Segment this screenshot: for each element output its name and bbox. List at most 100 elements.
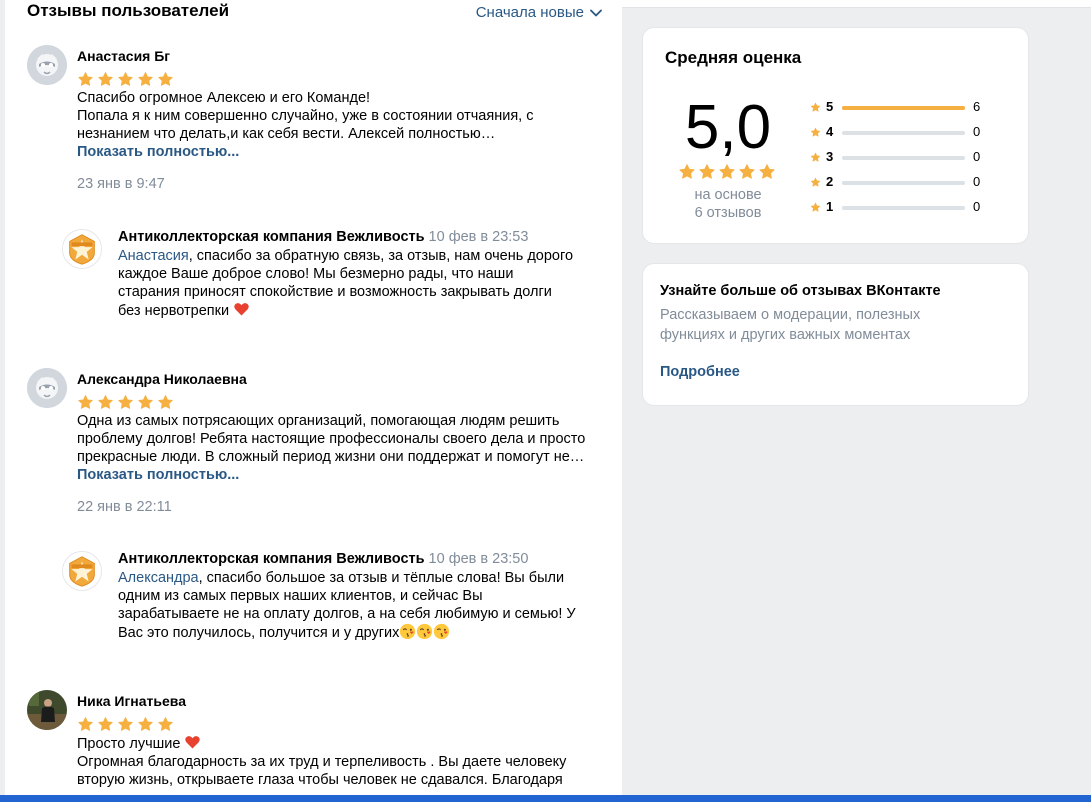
reply-author[interactable]: Антиколлекторская компания Вежливость	[118, 229, 425, 245]
review-text-line: проблему долгов! Ребята настоящие профес…	[77, 431, 586, 447]
star-icon	[137, 716, 154, 733]
star-icon	[157, 394, 174, 411]
distribution-row[interactable]: 5 6	[810, 99, 1010, 124]
distribution-count: 0	[973, 149, 981, 164]
reply-date[interactable]: 10 фев в 23:50	[429, 551, 529, 567]
star-icon	[810, 177, 821, 188]
mention-link[interactable]: Александра	[118, 570, 199, 586]
reply-text: Александра, спасибо большое за отзыв и т…	[118, 569, 598, 642]
reviews-header: Отзывы пользователей Сначала новые	[27, 1, 602, 25]
review-text-line: Одна из самых потрясающих организаций, п…	[77, 413, 560, 429]
review-date[interactable]: 23 янв в 9:47	[77, 176, 165, 192]
distribution-count: 0	[973, 124, 981, 139]
distribution-row[interactable]: 4 0	[810, 124, 1010, 149]
reviewer-name[interactable]: Александра Николаевна	[77, 371, 247, 387]
mention-link[interactable]: Анастасия	[118, 248, 189, 264]
star-icon	[97, 394, 114, 411]
review-text-line: вторую жизнь, открываете глаза чтобы чел…	[77, 772, 563, 788]
star-icon	[117, 716, 134, 733]
distribution-bar	[842, 106, 965, 110]
distribution-row[interactable]: 2 0	[810, 174, 1010, 199]
sort-label: Сначала новые	[475, 4, 584, 21]
star-icon	[77, 716, 94, 733]
review-text-line: незнанием что делать,и как себя вести. А…	[77, 126, 496, 142]
star-icon	[97, 716, 114, 733]
show-more-link[interactable]: Показать полностью...	[77, 144, 239, 160]
reply-text-line: без нервотрепки	[118, 303, 230, 319]
review-text-line: Спасибо огромное Алексею и его Команде!	[77, 90, 371, 106]
review-text-line: Попала я к ним совершенно случайно, уже …	[77, 108, 534, 124]
reviews-count: 6 отзывов	[694, 205, 762, 221]
review-text: Спасибо огромное Алексею и его Команде! …	[77, 89, 617, 143]
info-text-line: Рассказываем о модерации, полезных	[660, 307, 921, 323]
more-info-link[interactable]: Подробнее	[660, 364, 740, 380]
star-icon	[738, 163, 756, 181]
company-avatar[interactable]	[62, 229, 102, 269]
kiss-emoji-icon	[434, 623, 450, 640]
distribution-count: 6	[973, 99, 981, 114]
based-on-line: на основе	[694, 187, 762, 203]
default-avatar-icon	[27, 45, 67, 85]
review-date[interactable]: 22 янв в 22:11	[77, 499, 172, 515]
distribution-bar	[842, 156, 965, 160]
heart-emoji-icon	[185, 736, 201, 749]
bottom-accent-bar	[0, 795, 1091, 802]
heart-emoji-icon	[234, 303, 249, 316]
sort-dropdown[interactable]: Сначала новые	[476, 4, 602, 21]
company-logo-icon	[63, 230, 101, 268]
chevron-down-icon	[590, 9, 602, 16]
star-icon	[77, 394, 94, 411]
avatar[interactable]	[27, 45, 67, 85]
star-icon	[810, 102, 821, 113]
average-rating-card: Средняя оценка 5,0 на основе 6 отзывов 5…	[642, 27, 1029, 244]
reply-text-line: старания приносят спокойствие и возможно…	[118, 284, 552, 300]
info-text-line: функциях и других важных моментах	[660, 327, 911, 343]
kiss-emoji-icon	[417, 623, 433, 640]
reply-text-line: Вас это получилось, получится и у других	[118, 625, 400, 641]
based-on-text: на основе 6 отзывов	[663, 186, 793, 222]
review-text-line: Огромная благодарность за их труд и терп…	[77, 754, 567, 770]
avatar[interactable]	[27, 368, 67, 408]
star-icon	[718, 163, 736, 181]
page-title: Отзывы пользователей	[27, 1, 230, 20]
rating-distribution: 5 6 4 0 3 0 2 0 1 0	[810, 99, 1010, 224]
distribution-row[interactable]: 3 0	[810, 149, 1010, 174]
distribution-count: 0	[973, 199, 981, 214]
distribution-stars: 3	[826, 149, 834, 164]
reviewer-name[interactable]: Анастасия Бг	[77, 48, 170, 64]
star-icon	[678, 163, 696, 181]
reply-text-line: каждое Ваше доброе слово! Мы безмерно ра…	[118, 266, 514, 282]
distribution-bar	[842, 181, 965, 185]
star-icon	[810, 152, 821, 163]
reply-text-line: , спасибо за обратную связь, за отзыв, н…	[188, 248, 574, 264]
company-avatar[interactable]	[62, 551, 102, 591]
average-stars	[678, 163, 776, 181]
reply-header: Антиколлекторская компания Вежливость 10 …	[118, 229, 528, 245]
star-icon	[77, 71, 94, 88]
reviewer-name[interactable]: Ника Игнатьева	[77, 693, 186, 709]
reply-text-line: одним из самых первых наших клиентов, и …	[118, 588, 483, 604]
average-score: 5,0	[684, 93, 772, 162]
avatar[interactable]	[27, 690, 67, 730]
star-icon	[157, 716, 174, 733]
distribution-bar	[842, 206, 965, 210]
distribution-row[interactable]: 1 0	[810, 199, 1010, 224]
distribution-bar-fill	[842, 106, 965, 110]
review-text: Одна из самых потрясающих организаций, п…	[77, 412, 617, 466]
star-icon	[758, 163, 776, 181]
review-stars	[77, 394, 174, 411]
star-icon	[698, 163, 716, 181]
distribution-stars: 2	[826, 174, 834, 189]
reply-text-line: зарабатываете не на оплату долгов, а на …	[118, 606, 576, 622]
reviews-panel: Отзывы пользователей Сначала новые Анаст…	[5, 0, 622, 800]
reply-text: Анастасия, спасибо за обратную связь, за…	[118, 247, 598, 320]
distribution-stars: 4	[826, 124, 834, 139]
show-more-link[interactable]: Показать полностью...	[77, 467, 239, 483]
distribution-stars: 1	[826, 199, 834, 214]
distribution-stars: 5	[826, 99, 834, 114]
page-top-border	[622, 0, 1091, 8]
company-logo-icon	[63, 552, 101, 590]
reply-author[interactable]: Антиколлекторская компания Вежливость	[118, 551, 425, 567]
reply-header: Антиколлекторская компания Вежливость 10 …	[118, 551, 528, 567]
reply-date[interactable]: 10 фев в 23:53	[429, 229, 529, 245]
